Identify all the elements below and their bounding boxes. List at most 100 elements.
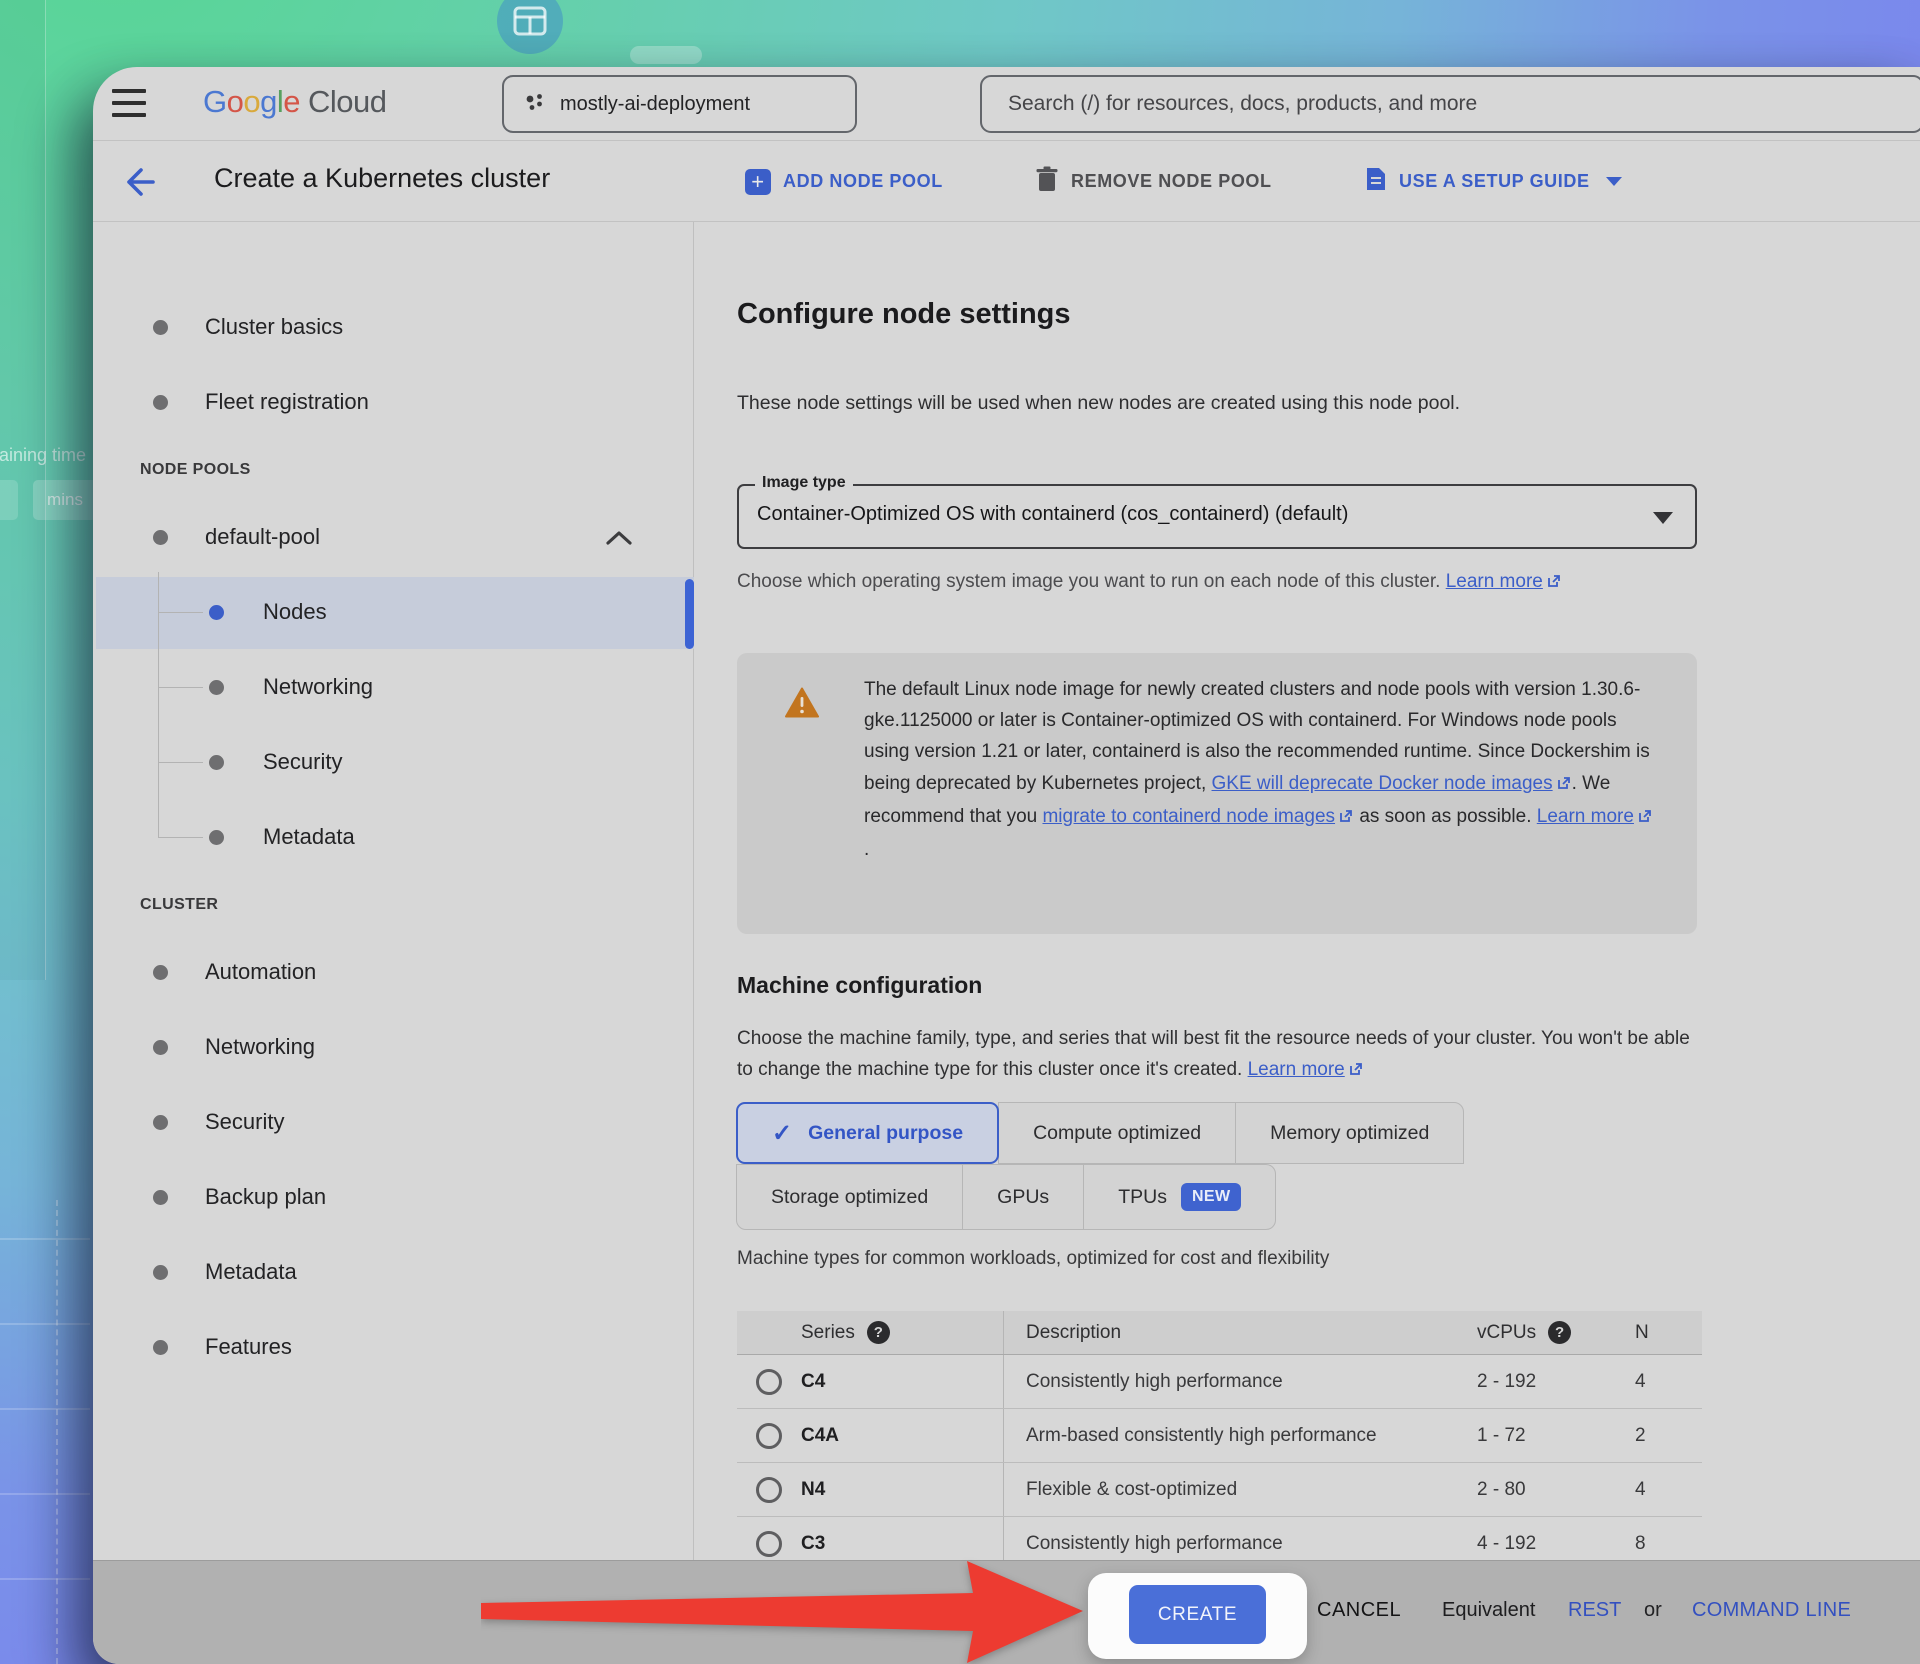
sidebar-item-security[interactable]: Security: [93, 730, 694, 794]
help-icon[interactable]: ?: [867, 1321, 890, 1344]
main-content: Configure node settings These node setti…: [694, 222, 1920, 1664]
sidebar-item-automation[interactable]: Automation: [93, 940, 694, 1004]
vcpus-cell: 4 - 192: [1477, 1533, 1635, 1555]
machine-configuration-description: Choose the machine family, type, and ser…: [737, 1023, 1697, 1087]
series-row-c4a[interactable]: C4AArm-based consistently high performan…: [737, 1409, 1702, 1463]
sidebar-item-networking[interactable]: Networking: [93, 655, 694, 719]
rest-link[interactable]: REST: [1568, 1599, 1621, 1622]
remove-node-pool-button[interactable]: REMOVE NODE POOL: [1035, 141, 1272, 222]
sidebar-item-networking[interactable]: Networking: [93, 1015, 694, 1079]
sidebar-item-label: Fleet registration: [205, 389, 369, 415]
tab-memory-optimized[interactable]: Memory optimized: [1235, 1102, 1464, 1164]
learn-more-link[interactable]: Learn more: [1537, 806, 1634, 827]
sidebar-item-backup-plan[interactable]: Backup plan: [93, 1165, 694, 1229]
series-cell: N4: [801, 1479, 1003, 1501]
section-subheading: These node settings will be used when ne…: [737, 392, 1460, 415]
sidebar-item-features[interactable]: Features: [93, 1315, 694, 1379]
image-type-dropdown[interactable]: Image type Container-Optimized OS with c…: [737, 484, 1697, 549]
sidebar-item-default-pool[interactable]: default-pool: [93, 505, 694, 569]
learn-more-link[interactable]: Learn more: [1248, 1059, 1345, 1080]
description-cell: Flexible & cost-optimized: [1003, 1463, 1477, 1516]
plus-icon: +: [745, 169, 771, 195]
sidebar-item-fleet-registration[interactable]: Fleet registration: [93, 370, 694, 434]
top-bar: GoogleCloud mostly-ai-deployment Search …: [93, 67, 1920, 141]
project-selector[interactable]: mostly-ai-deployment: [502, 75, 857, 133]
table-header-row: Series?DescriptionvCPUs?N: [737, 1311, 1702, 1355]
red-annotation-arrow: [481, 1553, 1085, 1664]
background-gridline: [0, 1493, 90, 1495]
use-setup-guide-button[interactable]: USE A SETUP GUIDE: [1365, 141, 1622, 222]
sidebar-item-cluster-basics[interactable]: Cluster basics: [93, 295, 694, 359]
background-gridline: [0, 1323, 90, 1325]
description-cell: Arm-based consistently high performance: [1003, 1409, 1477, 1462]
step-dot-icon: [209, 830, 224, 845]
tab-compute-optimized[interactable]: Compute optimized: [998, 1102, 1236, 1164]
collapse-chevron-icon[interactable]: [605, 530, 633, 551]
series-column-header: Series?: [801, 1321, 1003, 1344]
tab-tpus[interactable]: TPUsNEW: [1083, 1164, 1276, 1230]
background-gridline: [0, 1408, 90, 1410]
series-cell: C4: [801, 1371, 1003, 1393]
footer-action-bar: CREATE CANCEL Equivalent REST or COMMAND…: [93, 1560, 1920, 1664]
step-dot-icon: [209, 680, 224, 695]
radio-button[interactable]: [756, 1423, 782, 1449]
step-dot-icon: [209, 605, 224, 620]
cancel-button[interactable]: CANCEL: [1317, 1599, 1401, 1622]
radio-button[interactable]: [756, 1369, 782, 1395]
tab-label: TPUs: [1118, 1186, 1167, 1209]
sidebar-item-metadata[interactable]: Metadata: [93, 805, 694, 869]
radio-button[interactable]: [756, 1477, 782, 1503]
sidebar-item-label: Backup plan: [205, 1184, 326, 1210]
body-row: Cluster basics Fleet registration NODE POO…: [93, 222, 1920, 1664]
memory-cell-clipped: 2: [1635, 1425, 1702, 1447]
description-column-header: Description: [1003, 1311, 1477, 1354]
step-dot-icon: [153, 320, 168, 335]
deprecate-docker-link[interactable]: GKE will deprecate Docker node images: [1212, 773, 1553, 794]
sidebar-item-metadata[interactable]: Metadata: [93, 1240, 694, 1304]
cloud-wordmark: Cloud: [308, 84, 387, 119]
tab-label: Storage optimized: [771, 1186, 928, 1209]
sidebar-item-security[interactable]: Security: [93, 1090, 694, 1154]
image-type-label: Image type: [755, 474, 853, 492]
external-link-icon: [1338, 803, 1354, 834]
step-dot-icon: [153, 1190, 168, 1205]
tab-general-purpose[interactable]: ✓General purpose: [736, 1102, 999, 1164]
warning-banner: The default Linux node image for newly c…: [737, 653, 1697, 934]
machine-types-caption: Machine types for common workloads, opti…: [737, 1248, 1329, 1270]
step-dot-icon: [153, 1040, 168, 1055]
project-icon: [524, 92, 546, 117]
sidebar-item-label: Networking: [205, 1034, 315, 1060]
step-dot-icon: [153, 395, 168, 410]
background-chip: [0, 480, 18, 520]
back-arrow-icon[interactable]: [117, 163, 155, 201]
migrate-containerd-link[interactable]: migrate to containerd node images: [1042, 806, 1335, 827]
command-line-link[interactable]: COMMAND LINE: [1692, 1599, 1851, 1622]
or-label: or: [1644, 1599, 1662, 1622]
tab-gpus[interactable]: GPUs: [962, 1164, 1084, 1230]
add-node-pool-button[interactable]: + ADD NODE POOL: [745, 141, 943, 222]
create-button[interactable]: CREATE: [1129, 1585, 1266, 1644]
hamburger-menu-icon[interactable]: [112, 89, 146, 117]
sidebar-item-label: Automation: [205, 959, 316, 985]
sidebar-section-node-pools: NODE POOLS: [140, 450, 251, 490]
sidebar-item-nodes[interactable]: Nodes: [93, 580, 694, 644]
page-title: Create a Kubernetes cluster: [214, 163, 550, 194]
machine-configuration-heading: Machine configuration: [737, 972, 982, 999]
sidebar-item-label: Nodes: [263, 599, 327, 625]
step-dot-icon: [209, 755, 224, 770]
sidebar-item-label: Features: [205, 1334, 292, 1360]
search-input[interactable]: Search (/) for resources, docs, products…: [980, 75, 1920, 133]
background-gridline: [0, 1238, 90, 1240]
vcpus-cell: 2 - 192: [1477, 1371, 1635, 1393]
learn-more-link[interactable]: Learn more: [1446, 571, 1543, 592]
equivalent-label: Equivalent: [1442, 1599, 1535, 1622]
warning-text: The default Linux node image for newly c…: [864, 674, 1654, 865]
background-mins-chip: mins: [33, 480, 97, 520]
series-row-n4[interactable]: N4Flexible & cost-optimized2 - 804: [737, 1463, 1702, 1517]
help-icon[interactable]: ?: [1548, 1321, 1571, 1344]
tab-storage-optimized[interactable]: Storage optimized: [736, 1164, 963, 1230]
vcpus-cell: 1 - 72: [1477, 1425, 1635, 1447]
series-row-c4[interactable]: C4Consistently high performance2 - 1924: [737, 1355, 1702, 1409]
machine-family-tabs-row2: Storage optimized GPUsTPUsNEW: [737, 1164, 1276, 1230]
background-pill: [630, 46, 702, 64]
